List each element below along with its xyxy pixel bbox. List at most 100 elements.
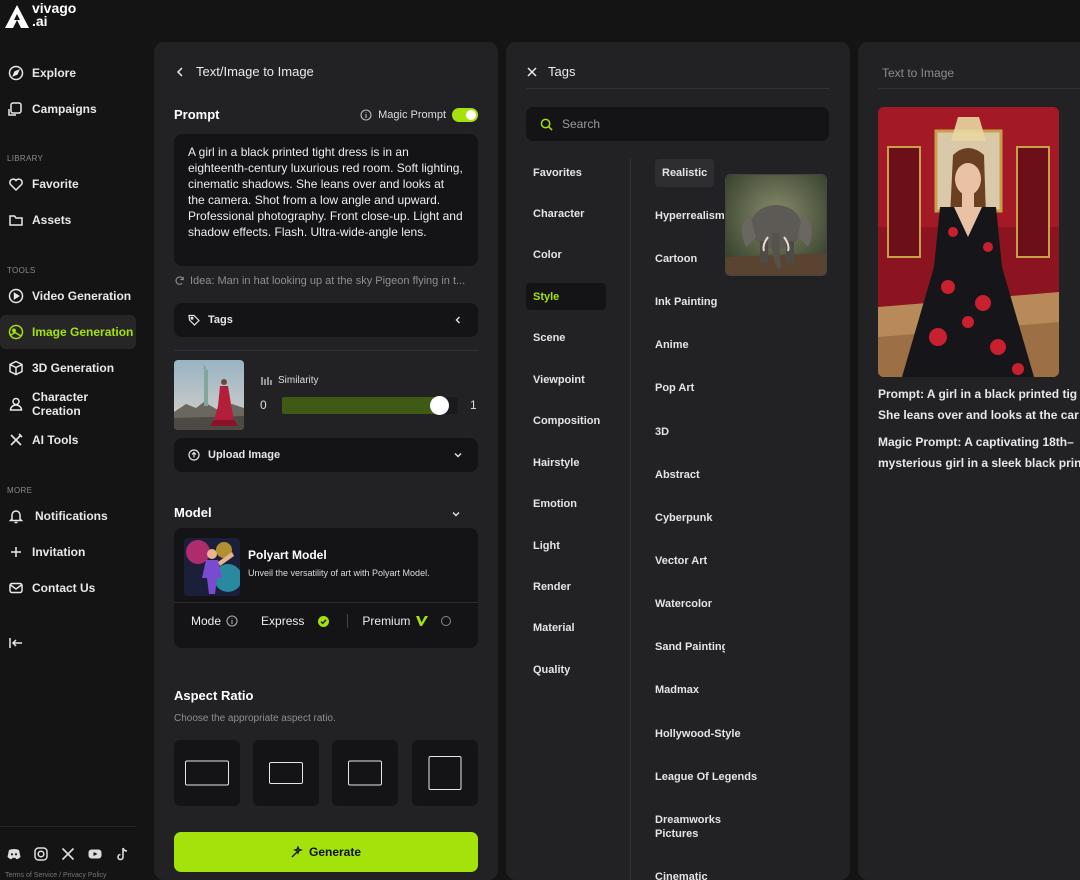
premium-radio[interactable]	[441, 616, 452, 626]
tag-category-character[interactable]: Character	[526, 200, 606, 227]
tag-option-cyberpunk[interactable]: Cyberpunk	[655, 511, 725, 525]
terms-link[interactable]: Terms of Service	[5, 872, 57, 879]
tags-search-input[interactable]: Search	[526, 107, 829, 141]
mode-divider	[347, 614, 349, 628]
tag-category-render[interactable]: Render	[526, 573, 606, 600]
sidebar-item-3d-generation[interactable]: 3D Generation	[0, 351, 136, 385]
aspect-ratio-subtitle: Choose the appropriate aspect ratio.	[174, 713, 336, 724]
tools-icon	[10, 433, 23, 446]
aspect-ratio-label: Aspect Ratio	[174, 688, 254, 703]
logo-wordmark: vivago .ai	[32, 0, 77, 29]
section-divider	[174, 350, 478, 351]
tag-option-hyperrealism[interactable]: Hyperrealism	[655, 209, 725, 223]
search-icon	[540, 118, 553, 131]
folder-icon	[9, 215, 23, 226]
sidebar-item-explore[interactable]: Explore	[0, 56, 136, 90]
sidebar-item-contact-us[interactable]: Contact Us	[0, 571, 136, 605]
prompt-label: Prompt	[174, 107, 220, 122]
tag-category-material[interactable]: Material	[526, 614, 606, 641]
privacy-link[interactable]: Privacy Policy	[63, 872, 107, 879]
tag-option-cartoon[interactable]: Cartoon	[655, 252, 725, 266]
similarity-min: 0	[260, 398, 267, 412]
tag-option-cinematic[interactable]: Cinematic	[655, 870, 725, 880]
info-icon	[360, 109, 372, 121]
tag-option-hollywood-style[interactable]: Hollywood-Style	[655, 727, 765, 741]
tag-category-hairstyle[interactable]: Hairstyle	[526, 449, 606, 476]
sidebar-item-video-generation[interactable]: Video Generation	[0, 279, 136, 313]
result-panel-title: Text to Image	[882, 66, 955, 80]
model-chevron-down-icon[interactable]	[450, 508, 462, 520]
similarity-slider[interactable]	[282, 396, 458, 415]
aspect-ratio-option[interactable]	[253, 740, 319, 806]
generated-image[interactable]	[878, 107, 1059, 377]
aspect-ratio-option[interactable]	[332, 740, 398, 806]
tag-category-emotion[interactable]: Emotion	[526, 490, 606, 517]
sidebar-item-image-generation[interactable]: Image Generation	[0, 315, 136, 349]
sidebar-item-invitation[interactable]: Invitation	[0, 535, 136, 569]
close-icon[interactable]	[526, 66, 538, 78]
model-card[interactable]: Polyart Model Unveil the versatility of …	[174, 528, 478, 648]
section-more: MORE	[7, 486, 33, 495]
tiktok-icon[interactable]	[114, 846, 130, 862]
sidebar-item-ai-tools[interactable]: AI Tools	[0, 423, 136, 457]
tags-button[interactable]: Tags	[174, 303, 478, 337]
upload-image-button[interactable]: Upload Image	[174, 438, 478, 472]
collapse-sidebar-icon[interactable]	[8, 635, 24, 651]
result-magic-prompt-line: mysterious girl in a sleek black prin	[878, 456, 1080, 470]
similarity-slider-handle[interactable]	[429, 396, 449, 415]
tag-category-viewpoint[interactable]: Viewpoint	[526, 366, 606, 393]
aspect-ratio-option[interactable]	[174, 740, 240, 806]
footer-legal-links: Terms of Service / Privacy Policy	[5, 872, 107, 879]
magic-prompt-control: Magic Prompt	[360, 108, 478, 122]
similarity-slider-fill	[282, 397, 439, 414]
tag-icon	[188, 314, 200, 326]
generate-button[interactable]: Generate	[174, 832, 478, 872]
tag-option-anime[interactable]: Anime	[655, 338, 725, 352]
tag-category-style[interactable]: Style	[526, 283, 606, 310]
idea-suggestion[interactable]: Idea: Man in hat looking up at the sky P…	[174, 275, 478, 287]
x-twitter-icon[interactable]	[60, 846, 76, 862]
tag-category-quality[interactable]: Quality	[526, 656, 606, 683]
tag-option-sand-painting[interactable]: Sand Painting	[655, 640, 725, 654]
tag-option-league-of-legends[interactable]: League Of Legends	[655, 770, 775, 784]
tag-option-realistic[interactable]: Realistic	[655, 159, 715, 187]
tag-category-color[interactable]: Color	[526, 241, 606, 268]
image-icon	[8, 324, 24, 340]
sidebar-item-notifications[interactable]: Notifications	[0, 499, 136, 533]
sidebar-item-favorite[interactable]: Favorite	[0, 167, 136, 201]
prompt-textarea[interactable]: A girl in a black printed tight dress is…	[174, 134, 478, 266]
tag-option-watercolor[interactable]: Watercolor	[655, 597, 725, 611]
tag-option-dreamworks-pictures[interactable]: Dreamworks Pictures	[655, 813, 735, 841]
tag-preview-image	[725, 174, 827, 276]
sidebar-item-campaigns[interactable]: Campaigns	[0, 92, 136, 126]
bell-icon	[8, 510, 24, 524]
tag-option-vector-art[interactable]: Vector Art	[655, 554, 725, 568]
mode-express-option[interactable]: Express	[261, 614, 304, 628]
discord-icon[interactable]	[6, 846, 22, 862]
magic-prompt-toggle[interactable]	[452, 108, 478, 122]
model-description: Unveil the versatility of art with Polya…	[248, 568, 430, 578]
tag-category-scene[interactable]: Scene	[526, 324, 606, 351]
tag-option-madmax[interactable]: Madmax	[655, 683, 725, 697]
tag-category-composition[interactable]: Composition	[526, 407, 606, 434]
chevron-left-icon[interactable]	[174, 66, 186, 78]
mode-premium-option[interactable]: Premium	[362, 614, 410, 628]
compass-icon	[8, 65, 24, 81]
instagram-icon[interactable]	[33, 846, 49, 862]
sidebar-item-character-creation[interactable]: Character Creation	[0, 387, 136, 421]
social-links	[6, 846, 130, 862]
sidebar-item-assets[interactable]: Assets	[0, 203, 136, 237]
result-magic-prompt-line: Magic Prompt: A captivating 18th–	[878, 435, 1074, 449]
youtube-icon[interactable]	[87, 846, 103, 862]
tag-option-pop-art[interactable]: Pop Art	[655, 381, 725, 395]
tag-option-abstract[interactable]: Abstract	[655, 468, 725, 482]
tag-category-light[interactable]: Light	[526, 532, 606, 559]
tags-panel-header: Tags	[526, 64, 575, 79]
tag-option-ink-painting[interactable]: Ink Painting	[655, 295, 725, 309]
reference-image-thumbnail[interactable]	[174, 360, 244, 430]
vivago-logo[interactable]: vivago .ai	[4, 0, 77, 30]
generation-panel: Text/Image to Image Prompt Magic Prompt …	[154, 42, 498, 880]
tag-category-favorites[interactable]: Favorites	[526, 159, 606, 186]
tag-option-3d[interactable]: 3D	[655, 425, 725, 439]
aspect-ratio-option[interactable]	[412, 740, 478, 806]
